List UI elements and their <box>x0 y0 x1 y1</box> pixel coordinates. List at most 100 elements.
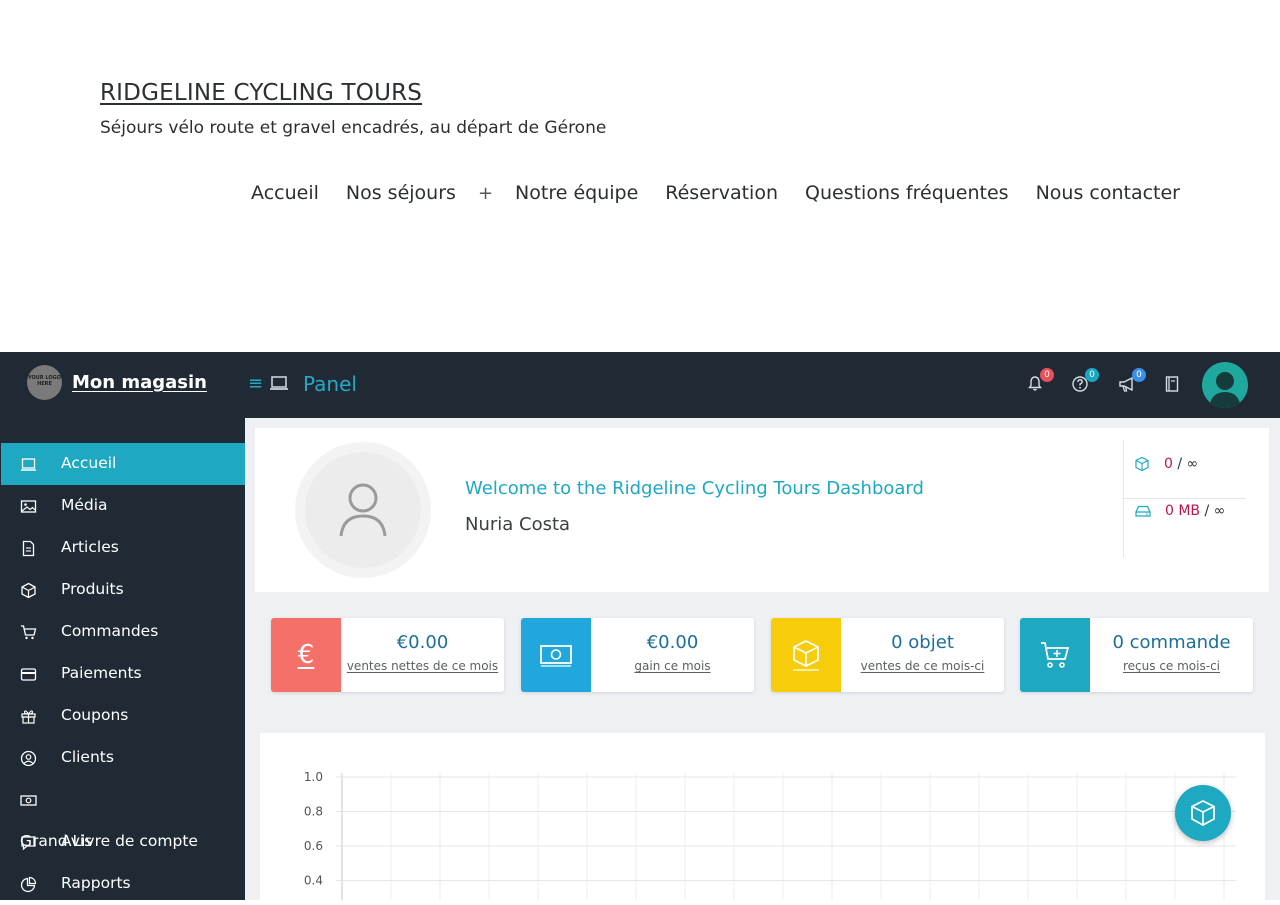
profile-avatar-placeholder <box>305 452 421 568</box>
sidebar-item-grand-livre[interactable]: Grand Livre de compte Avis <box>1 821 245 863</box>
hamburger-icon[interactable]: ≡ <box>248 373 263 394</box>
store-name-link[interactable]: Mon magasin <box>72 372 207 393</box>
sidebar-item-label: Produits <box>61 580 124 598</box>
product-quota: 0 / ∞ <box>1134 454 1246 500</box>
nav-link-accueil[interactable]: Accueil <box>251 182 319 204</box>
sidebar-item-label: Paiements <box>61 664 142 682</box>
sidebar-item-label: Coupons <box>61 706 129 724</box>
credit-card-icon <box>20 668 37 681</box>
submenu-expand-icon[interactable]: + <box>478 183 493 204</box>
chart-y-tick-label: 0.4 <box>304 874 323 888</box>
site-header: RIDGELINE CYCLING TOURS Séjours vélo rou… <box>0 0 1280 352</box>
chart-y-tick-label: 1.0 <box>304 770 323 784</box>
sidebar-item-coupons[interactable]: Coupons <box>1 695 245 737</box>
storage-quota: 0 MB / ∞ <box>1134 501 1246 547</box>
storage-quota-limit: ∞ <box>1213 503 1226 519</box>
chart-y-tick-label: 0.6 <box>304 839 323 853</box>
nav-link-equipe[interactable]: Notre équipe <box>515 182 638 204</box>
site-nav: Accueil Nos séjours + Notre équipe Réser… <box>224 182 1180 204</box>
chart-pie-icon <box>20 876 37 893</box>
product-quota-value: 0 <box>1164 456 1173 472</box>
admin-topbar: YOUR LOGO HERE Mon magasin ≡ Panel 0 0 0 <box>1 352 1280 418</box>
user-silhouette-icon <box>1209 372 1241 408</box>
stat-card-items-sold[interactable]: 0 objet ventes de ce mois-ci <box>771 618 1004 692</box>
stat-icon-box <box>521 618 591 692</box>
stat-value: 0 objet <box>891 632 954 653</box>
cart-icon <box>21 625 37 640</box>
user-circle-icon <box>20 750 37 767</box>
stat-label: gain ce mois <box>634 659 711 673</box>
sidebar-item-label: Articles <box>61 538 119 556</box>
chart-y-tick-label: 0.8 <box>304 805 323 819</box>
sidebar-item-paiements[interactable]: Paiements <box>1 653 245 695</box>
help-button[interactable]: 0 <box>1071 368 1099 395</box>
sidebar-item-money[interactable] <box>1 779 245 821</box>
stat-label: ventes nettes de ce mois <box>346 659 499 673</box>
sidebar-item-articles[interactable]: Articles <box>1 527 245 569</box>
box-icon <box>21 582 36 599</box>
gift-icon <box>21 710 36 724</box>
laptop-icon <box>270 376 288 390</box>
sidebar-item-produits[interactable]: Produits <box>1 569 245 611</box>
welcome-title: Welcome to the Ridgeline Cycling Tours D… <box>465 478 924 499</box>
help-count: 0 <box>1085 368 1099 382</box>
user-avatar[interactable] <box>1202 362 1248 408</box>
stat-value: €0.00 <box>646 632 699 653</box>
sidebar-item-label-overlay: Avis <box>61 832 93 850</box>
sidebar-item-label: Grand Livre de compte <box>20 832 198 850</box>
stat-icon-box <box>771 618 841 692</box>
sidebar-item-clients[interactable]: Clients <box>1 737 245 779</box>
stat-label: ventes de ce mois-ci <box>860 659 985 673</box>
announcements-button[interactable]: 0 <box>1118 368 1146 395</box>
sidebar-item-media[interactable]: Média <box>1 485 245 527</box>
cart-plus-icon <box>1041 642 1070 668</box>
nav-link-contact[interactable]: Nous contacter <box>1036 182 1180 204</box>
quota-divider <box>1124 498 1246 499</box>
stat-icon-box <box>1020 618 1090 692</box>
store-logo-text: YOUR LOGO HERE <box>28 375 61 387</box>
book-icon <box>1165 376 1179 392</box>
user-placeholder-icon <box>339 483 387 537</box>
nav-link-sejours[interactable]: Nos séjours <box>346 182 456 204</box>
stat-label: reçus ce mois-ci <box>1123 659 1220 673</box>
stat-icon-box: € <box>271 618 341 692</box>
floating-action-button[interactable] <box>1175 785 1231 841</box>
notifications-button[interactable]: 0 <box>1026 368 1054 395</box>
stat-value: €0.00 <box>396 632 449 653</box>
stat-card-orders[interactable]: 0 commande reçus ce mois-ci <box>1020 618 1253 692</box>
announcements-count: 0 <box>1132 368 1146 382</box>
money-bill-icon <box>20 795 37 806</box>
docs-button[interactable] <box>1164 375 1184 395</box>
panel-title: Panel <box>303 372 357 396</box>
sidebar-item-label: Commandes <box>61 622 159 640</box>
hard-drive-icon <box>1135 505 1151 517</box>
file-icon <box>22 540 35 557</box>
sidebar-item-label: Média <box>61 496 108 514</box>
quota-panel: 0 / ∞ 0 MB / ∞ <box>1123 440 1247 558</box>
profile-avatar[interactable] <box>295 442 431 578</box>
user-name: Nuria Costa <box>465 514 571 535</box>
box-icon <box>793 639 819 671</box>
admin-panel: YOUR LOGO HERE Mon magasin ≡ Panel 0 0 0… <box>0 352 1280 900</box>
sidebar-item-label: Rapports <box>61 874 131 892</box>
euro-icon: € <box>297 640 315 670</box>
sidebar-item-label: Accueil <box>61 454 117 472</box>
box-icon <box>1191 799 1215 827</box>
stat-card-earnings[interactable]: €0.00 gain ce mois <box>521 618 754 692</box>
images-icon <box>20 500 37 513</box>
sidebar-item-rapports[interactable]: Rapports <box>1 863 245 905</box>
stat-card-net-sales[interactable]: € €0.00 ventes nettes de ce mois <box>271 618 504 692</box>
quota-separator: / <box>1200 503 1214 519</box>
welcome-card: Welcome to the Ridgeline Cycling Tours D… <box>255 428 1269 592</box>
sidebar-item-commandes[interactable]: Commandes <box>1 611 245 653</box>
site-tagline: Séjours vélo route et gravel encadrés, a… <box>100 118 607 138</box>
sidebar-item-accueil[interactable]: Accueil <box>1 443 245 485</box>
nav-link-faq[interactable]: Questions fréquentes <box>805 182 1009 204</box>
product-quota-limit: ∞ <box>1186 456 1199 472</box>
notifications-count: 0 <box>1040 368 1054 382</box>
nav-link-reservation[interactable]: Réservation <box>665 182 778 204</box>
site-title[interactable]: RIDGELINE CYCLING TOURS <box>100 80 422 106</box>
storage-quota-value: 0 MB <box>1165 503 1201 519</box>
store-logo[interactable]: YOUR LOGO HERE <box>27 365 62 400</box>
laptop-icon <box>21 458 36 471</box>
